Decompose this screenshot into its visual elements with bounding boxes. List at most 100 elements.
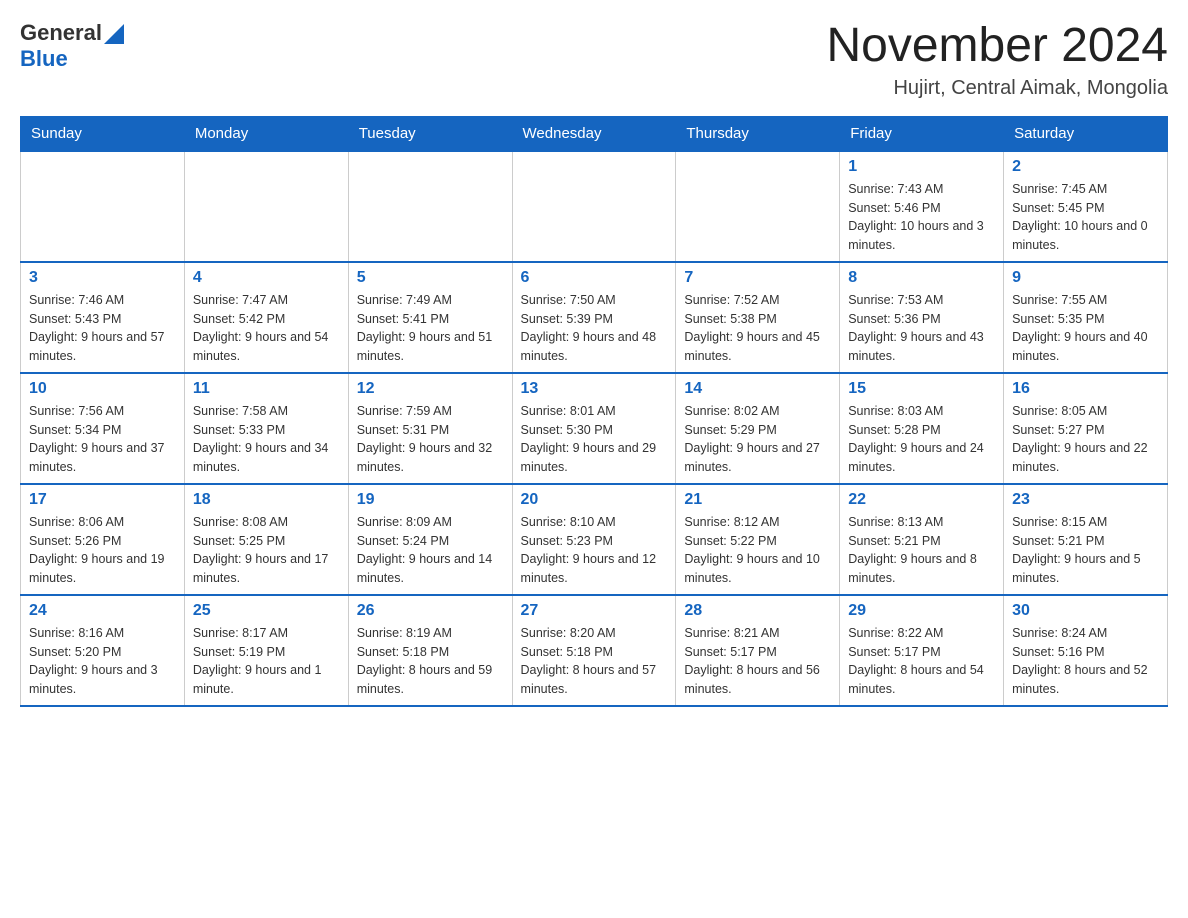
- day-number: 10: [29, 380, 176, 398]
- day-info: Sunrise: 7:45 AM Sunset: 5:45 PM Dayligh…: [1012, 180, 1159, 255]
- calendar-cell: [512, 151, 676, 262]
- calendar-cell: 18 Sunrise: 8:08 AM Sunset: 5:25 PM Dayli…: [184, 484, 348, 595]
- column-header-wednesday: Wednesday: [512, 116, 676, 151]
- calendar-cell: [348, 151, 512, 262]
- calendar-cell: 17 Sunrise: 8:06 AM Sunset: 5:26 PM Dayli…: [21, 484, 185, 595]
- day-number: 18: [193, 491, 340, 509]
- calendar-cell: 24 Sunrise: 8:16 AM Sunset: 5:20 PM Dayli…: [21, 595, 185, 706]
- day-info: Sunrise: 8:21 AM Sunset: 5:17 PM Dayligh…: [684, 624, 831, 699]
- day-info: Sunrise: 7:49 AM Sunset: 5:41 PM Dayligh…: [357, 291, 504, 366]
- calendar-cell: 30 Sunrise: 8:24 AM Sunset: 5:16 PM Dayli…: [1004, 595, 1168, 706]
- column-header-sunday: Sunday: [21, 116, 185, 151]
- day-info: Sunrise: 8:16 AM Sunset: 5:20 PM Dayligh…: [29, 624, 176, 699]
- day-info: Sunrise: 7:47 AM Sunset: 5:42 PM Dayligh…: [193, 291, 340, 366]
- calendar-cell: 27 Sunrise: 8:20 AM Sunset: 5:18 PM Dayli…: [512, 595, 676, 706]
- day-number: 1: [848, 158, 995, 176]
- logo: General Blue: [20, 20, 124, 72]
- day-number: 19: [357, 491, 504, 509]
- calendar-cell: 7Sunrise: 7:52 AM Sunset: 5:38 PM Daylig…: [676, 262, 840, 373]
- calendar-cell: 4 Sunrise: 7:47 AM Sunset: 5:42 PM Daylig…: [184, 262, 348, 373]
- day-info: Sunrise: 8:10 AM Sunset: 5:23 PM Dayligh…: [521, 513, 668, 588]
- calendar-cell: 22 Sunrise: 8:13 AM Sunset: 5:21 PM Dayli…: [840, 484, 1004, 595]
- calendar-cell: 5 Sunrise: 7:49 AM Sunset: 5:41 PM Daylig…: [348, 262, 512, 373]
- column-header-friday: Friday: [840, 116, 1004, 151]
- column-header-monday: Monday: [184, 116, 348, 151]
- day-number: 23: [1012, 491, 1159, 509]
- calendar-cell: 1 Sunrise: 7:43 AM Sunset: 5:46 PM Daylig…: [840, 151, 1004, 262]
- logo-general-text: General: [20, 20, 102, 46]
- calendar-cell: 25 Sunrise: 8:17 AM Sunset: 5:19 PM Dayli…: [184, 595, 348, 706]
- day-number: 6: [521, 269, 668, 287]
- calendar-cell: 21Sunrise: 8:12 AM Sunset: 5:22 PM Dayli…: [676, 484, 840, 595]
- calendar-cell: 19 Sunrise: 8:09 AM Sunset: 5:24 PM Dayli…: [348, 484, 512, 595]
- day-info: Sunrise: 8:06 AM Sunset: 5:26 PM Dayligh…: [29, 513, 176, 588]
- title-section: November 2024 Hujirt, Central Aimak, Mon…: [826, 20, 1168, 100]
- day-number: 11: [193, 380, 340, 398]
- day-info: Sunrise: 8:02 AM Sunset: 5:29 PM Dayligh…: [684, 402, 831, 477]
- day-number: 12: [357, 380, 504, 398]
- day-number: 16: [1012, 380, 1159, 398]
- day-info: Sunrise: 8:01 AM Sunset: 5:30 PM Dayligh…: [521, 402, 668, 477]
- calendar-cell: [676, 151, 840, 262]
- calendar-cell: 15 Sunrise: 8:03 AM Sunset: 5:28 PM Dayli…: [840, 373, 1004, 484]
- day-number: 3: [29, 269, 176, 287]
- day-info: Sunrise: 8:12 AM Sunset: 5:22 PM Dayligh…: [684, 513, 831, 588]
- day-number: 13: [521, 380, 668, 398]
- calendar-week-row: 10 Sunrise: 7:56 AM Sunset: 5:34 PM Dayli…: [21, 373, 1168, 484]
- calendar-cell: 9 Sunrise: 7:55 AM Sunset: 5:35 PM Daylig…: [1004, 262, 1168, 373]
- calendar-week-row: 17 Sunrise: 8:06 AM Sunset: 5:26 PM Dayli…: [21, 484, 1168, 595]
- month-title: November 2024: [826, 20, 1168, 73]
- calendar-week-row: 24 Sunrise: 8:16 AM Sunset: 5:20 PM Dayli…: [21, 595, 1168, 706]
- day-info: Sunrise: 8:24 AM Sunset: 5:16 PM Dayligh…: [1012, 624, 1159, 699]
- calendar-cell: 28Sunrise: 8:21 AM Sunset: 5:17 PM Dayli…: [676, 595, 840, 706]
- column-header-saturday: Saturday: [1004, 116, 1168, 151]
- day-number: 30: [1012, 602, 1159, 620]
- day-number: 26: [357, 602, 504, 620]
- day-number: 15: [848, 380, 995, 398]
- day-number: 22: [848, 491, 995, 509]
- calendar-header-row: SundayMondayTuesdayWednesdayThursdayFrid…: [21, 116, 1168, 151]
- day-number: 25: [193, 602, 340, 620]
- day-info: Sunrise: 7:53 AM Sunset: 5:36 PM Dayligh…: [848, 291, 995, 366]
- day-number: 29: [848, 602, 995, 620]
- column-header-tuesday: Tuesday: [348, 116, 512, 151]
- day-info: Sunrise: 7:55 AM Sunset: 5:35 PM Dayligh…: [1012, 291, 1159, 366]
- day-number: 24: [29, 602, 176, 620]
- day-number: 5: [357, 269, 504, 287]
- calendar-cell: 26 Sunrise: 8:19 AM Sunset: 5:18 PM Dayli…: [348, 595, 512, 706]
- calendar-cell: 11Sunrise: 7:58 AM Sunset: 5:33 PM Dayli…: [184, 373, 348, 484]
- day-info: Sunrise: 7:56 AM Sunset: 5:34 PM Dayligh…: [29, 402, 176, 477]
- logo-blue-text: Blue: [20, 46, 68, 71]
- calendar-cell: 13 Sunrise: 8:01 AM Sunset: 5:30 PM Dayli…: [512, 373, 676, 484]
- calendar-cell: 2Sunrise: 7:45 AM Sunset: 5:45 PM Daylig…: [1004, 151, 1168, 262]
- day-number: 14: [684, 380, 831, 398]
- day-info: Sunrise: 8:08 AM Sunset: 5:25 PM Dayligh…: [193, 513, 340, 588]
- day-info: Sunrise: 8:09 AM Sunset: 5:24 PM Dayligh…: [357, 513, 504, 588]
- day-number: 17: [29, 491, 176, 509]
- logo-triangle-icon: [104, 24, 124, 44]
- day-info: Sunrise: 7:52 AM Sunset: 5:38 PM Dayligh…: [684, 291, 831, 366]
- calendar-cell: 16Sunrise: 8:05 AM Sunset: 5:27 PM Dayli…: [1004, 373, 1168, 484]
- day-number: 27: [521, 602, 668, 620]
- day-info: Sunrise: 8:17 AM Sunset: 5:19 PM Dayligh…: [193, 624, 340, 699]
- calendar-cell: 8 Sunrise: 7:53 AM Sunset: 5:36 PM Daylig…: [840, 262, 1004, 373]
- calendar-cell: 12 Sunrise: 7:59 AM Sunset: 5:31 PM Dayli…: [348, 373, 512, 484]
- day-number: 4: [193, 269, 340, 287]
- day-info: Sunrise: 8:13 AM Sunset: 5:21 PM Dayligh…: [848, 513, 995, 588]
- location-subtitle: Hujirt, Central Aimak, Mongolia: [826, 77, 1168, 100]
- day-info: Sunrise: 8:03 AM Sunset: 5:28 PM Dayligh…: [848, 402, 995, 477]
- calendar-cell: 14 Sunrise: 8:02 AM Sunset: 5:29 PM Dayli…: [676, 373, 840, 484]
- day-number: 9: [1012, 269, 1159, 287]
- calendar-cell: 20Sunrise: 8:10 AM Sunset: 5:23 PM Dayli…: [512, 484, 676, 595]
- day-info: Sunrise: 8:19 AM Sunset: 5:18 PM Dayligh…: [357, 624, 504, 699]
- calendar-cell: 29 Sunrise: 8:22 AM Sunset: 5:17 PM Dayli…: [840, 595, 1004, 706]
- day-info: Sunrise: 8:20 AM Sunset: 5:18 PM Dayligh…: [521, 624, 668, 699]
- calendar-cell: [21, 151, 185, 262]
- column-header-thursday: Thursday: [676, 116, 840, 151]
- day-info: Sunrise: 8:22 AM Sunset: 5:17 PM Dayligh…: [848, 624, 995, 699]
- calendar-week-row: 3Sunrise: 7:46 AM Sunset: 5:43 PM Daylig…: [21, 262, 1168, 373]
- day-number: 8: [848, 269, 995, 287]
- day-info: Sunrise: 7:43 AM Sunset: 5:46 PM Dayligh…: [848, 180, 995, 255]
- calendar-cell: 3Sunrise: 7:46 AM Sunset: 5:43 PM Daylig…: [21, 262, 185, 373]
- day-info: Sunrise: 7:59 AM Sunset: 5:31 PM Dayligh…: [357, 402, 504, 477]
